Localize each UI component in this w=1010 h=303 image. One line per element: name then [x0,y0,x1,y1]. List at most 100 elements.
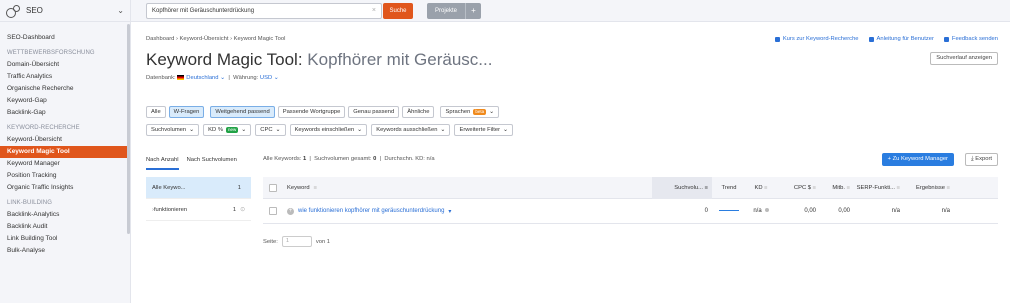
page-input[interactable]: 1 [281,236,312,247]
sidebar-item[interactable]: Backlink-Gap [0,107,130,119]
table-header: Keyword ≡ Suchvolu... ≡ Trend KD ≡ CPC $… [263,176,998,199]
filter-chip[interactable]: Erweiterte Filter ⌄ [454,124,514,136]
chevron-down-icon[interactable]: ⌄ [117,6,124,15]
sidebar-scrollbar[interactable] [127,24,130,234]
database-selector: Datenbank: Deutschland ⌄ | Währung: USD … [146,74,279,81]
sidebar-item[interactable]: Keyword Manager [0,158,130,170]
cell-serp: n/a [891,208,900,214]
filter-chip[interactable]: Genau passend [348,106,400,118]
sidebar-item[interactable]: Backlink Audit [0,221,130,233]
sidebar-section-label: LINK-BUILDING [7,200,52,206]
chevron-down-icon: ⌄ [489,109,495,115]
filter-chip[interactable]: W-Fragen [168,106,205,118]
keyword-group[interactable]: Alle Keywo... 1 [146,177,251,199]
sidebar-item[interactable]: Organische Recherche [0,83,130,95]
filter-chip[interactable]: Alle [146,106,166,118]
chevron-down-icon: ⌄ [241,127,247,133]
search-input[interactable]: Kopfhörer mit Geräuschunterdrückung × [146,3,382,19]
row-checkbox[interactable] [269,207,277,215]
sidebar-item[interactable]: Link Building Tool [0,233,130,245]
page-title: Keyword Magic Tool: Kopfhörer mit Geräus… [146,50,493,69]
filter-chip[interactable]: KD % new ⌄ [203,124,252,136]
search-button[interactable]: Suche [383,3,413,19]
guide-icon [868,36,874,42]
group-tabs: Nach Anzahl Nach Suchvolumen [146,157,237,170]
add-to-keyword-manager-button[interactable]: + Zu Keyword Manager [881,153,954,166]
table-row: + wie funktionieren kopfhörer mit geräusc… [263,199,998,224]
chevron-down-icon: ⌄ [440,127,446,133]
clear-icon[interactable]: × [372,4,376,18]
sidebar-item[interactable]: Keyword-Gap [0,95,130,107]
keyword-group[interactable]: › funktionieren 1 ⊙ [146,199,251,221]
sidebar-item[interactable]: Traffic Analytics [0,71,130,83]
col-serp[interactable]: SERP-Funkti... ≡ [850,185,900,191]
sidebar-header[interactable]: SEO ⌄ [0,0,130,22]
search-input-value: Kopfhörer mit Geräuschunterdrückung [152,8,255,14]
sidebar-item[interactable]: Keyword-Übersicht [0,134,130,146]
col-results[interactable]: Ergebnisse ≡ [900,185,950,191]
filter-chip[interactable]: Keywords einschließen ⌄ [289,124,368,136]
sidebar-item[interactable]: Organic Traffic Insights [0,182,130,194]
tab-by-volume[interactable]: Nach Suchvolumen [187,157,237,170]
help-links: Kurs zur Keyword-Recherche Anleitung für… [774,36,998,42]
sidebar-item[interactable]: Bulk-Analyse [0,245,130,257]
main-content: Dashboard › Keyword-Übersicht › Keyword … [131,22,1010,303]
col-cpc[interactable]: CPC $ ≡ [776,185,816,191]
sidebar-item[interactable]: Backlink-Analytics [0,209,130,221]
filter-chip[interactable]: Weitgehend passend [210,106,275,118]
feedback-icon [943,36,949,42]
sidebar-nav: SEO-Dashboard WETTBEWERBSFORSCHUNG Domain-… [0,22,130,257]
currency-dropdown[interactable]: USD [260,75,272,81]
top-bar: Kopfhörer mit Geräuschunterdrückung × Su… [131,0,1010,22]
filter-chip[interactable]: Ähnliche [402,106,435,118]
cell-kd: n/a [746,208,776,214]
filter-chip[interactable]: CPC ⌄ [255,124,286,136]
breadcrumb[interactable]: Dashboard › Keyword-Übersicht › Keyword … [146,36,285,42]
trend-sparkline [719,209,739,211]
select-all-checkbox[interactable] [269,183,277,192]
sidebar-section-label: KEYWORD-RECHERCHE [7,125,80,131]
keyword-table: Keyword ≡ Suchvolu... ≡ Trend KD ≡ CPC $… [263,176,998,224]
filter-chip[interactable]: Keywords ausschließen ⌄ [371,124,451,136]
cell-trend [712,208,746,214]
col-mitb[interactable]: Mitb. ≡ [816,185,850,191]
chevron-down-icon: ⌄ [357,127,363,133]
history-button[interactable]: Suchverlauf anzeigen [930,52,998,65]
keyword-groups: Alle Keywo... 1 › funktionieren 1 ⊙ [146,177,251,221]
chevron-down-icon: ⌄ [503,127,509,133]
keyword-link[interactable]: wie funktionieren kopfhörer mit geräusch… [298,208,444,214]
chevron-down-icon: ⌄ [189,127,195,133]
chevron-down-icon: ⌄ [275,127,281,133]
filter-chip[interactable]: Sprachen beta ⌄ [440,106,500,118]
projects-label[interactable]: Projekte [427,3,466,19]
col-kd[interactable]: KD ≡ [746,185,776,191]
guide-link[interactable]: Anleitung für Benutzer [868,36,934,42]
feedback-link[interactable]: Feedback senden [943,36,998,42]
eye-icon[interactable]: ⊙ [240,207,245,213]
cell-cpc: 0,00 [804,208,816,214]
projects-button[interactable]: Projekte + [427,3,481,19]
filter-chip[interactable]: Suchvolumen ⌄ [146,124,200,136]
sidebar-item[interactable]: Keyword Magic Tool [0,146,130,158]
filter-chip[interactable]: Passende Wortgruppe [277,106,346,118]
sidebar-section-label: WETTBEWERBSFORSCHUNG [7,50,95,56]
export-button[interactable]: ⤓ Export [965,153,998,166]
course-link[interactable]: Kurs zur Keyword-Recherche [774,36,859,42]
course-icon [774,36,780,42]
sidebar-item[interactable]: Domain-Übersicht [0,59,130,71]
add-project-icon[interactable]: + [466,3,481,19]
database-dropdown[interactable]: Deutschland [186,75,218,81]
tab-by-count[interactable]: Nach Anzahl [146,157,179,170]
cell-results: n/a [941,208,950,214]
col-keyword[interactable]: Keyword ≡ [287,185,652,191]
col-volume[interactable]: Suchvolu... ≡ [652,176,712,199]
cell-volume: 0 [704,208,708,214]
filter-badge: new [225,127,239,133]
sidebar-item[interactable]: Position Tracking [0,170,130,182]
sidebar-title: SEO [26,6,43,15]
add-keyword-icon[interactable]: + [287,207,294,215]
summary-stats: Alle Keywords: 1 | Suchvolumen gesamt: 0… [263,156,435,162]
sidebar-item[interactable]: SEO-Dashboard [0,32,130,44]
filter-badge: beta [473,109,487,115]
sidebar: SEO ⌄ SEO-Dashboard WETTBEWERBSFORSCHUNG D… [0,0,131,303]
